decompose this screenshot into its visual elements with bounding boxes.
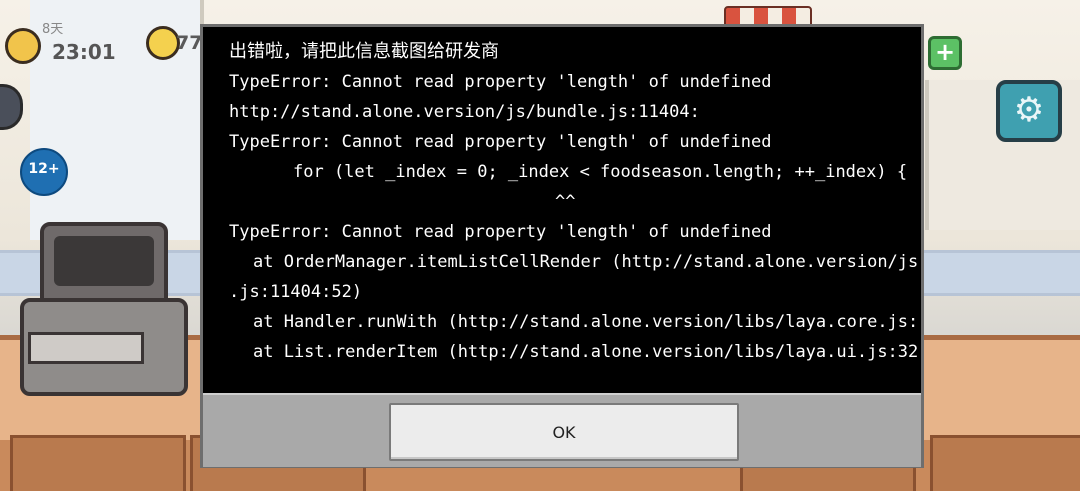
gear-icon: ⚙ <box>1013 90 1045 130</box>
stack-trace-line: at OrderManager.itemListCellRender (http… <box>253 252 919 272</box>
smile-icon <box>146 26 180 60</box>
satisfaction-count: 77 <box>176 32 203 54</box>
settings-button[interactable]: ⚙ <box>996 80 1062 142</box>
error-line: for (let _index = 0; _index < foodseason… <box>293 162 908 182</box>
error-line: TypeError: Cannot read property 'length'… <box>229 222 772 242</box>
stack-trace-line: .js:11404:52) <box>229 282 363 302</box>
cash-register-keys <box>28 332 144 364</box>
dialog-title: 出错啦，请把此信息截图给研发商 <box>229 41 499 62</box>
day-counter: 8天 <box>42 22 64 37</box>
error-caret: ^^ <box>555 192 576 212</box>
error-line: TypeError: Cannot read property 'length'… <box>229 72 772 92</box>
game-clock: 23:01 <box>52 40 116 64</box>
game-screen: 8天 23:01 77 12+ + ⚙ 出错啦，请把此信息截图给研发商 Type… <box>0 0 1080 491</box>
add-currency-button[interactable]: + <box>928 36 962 70</box>
scroll-fade <box>229 373 909 389</box>
cash-register-screen <box>40 222 168 310</box>
error-line: TypeError: Cannot read property 'length'… <box>229 132 772 152</box>
stack-trace-line: at List.renderItem (http://stand.alone.v… <box>253 342 919 362</box>
error-message: 出错啦，请把此信息截图给研发商 TypeError: Cannot read p… <box>229 37 919 389</box>
error-dialog: 出错啦，请把此信息截图给研发商 TypeError: Cannot read p… <box>200 24 924 468</box>
ok-button[interactable]: OK <box>389 403 739 461</box>
counter-panel <box>930 435 1080 491</box>
age-rating-badge: 12+ <box>20 148 68 196</box>
coin-icon <box>5 28 41 64</box>
stack-trace-line: at Handler.runWith (http://stand.alone.v… <box>253 312 919 332</box>
dialog-footer: OK <box>203 393 921 467</box>
error-line: http://stand.alone.version/js/bundle.js:… <box>229 102 700 122</box>
counter-panel <box>10 435 186 491</box>
